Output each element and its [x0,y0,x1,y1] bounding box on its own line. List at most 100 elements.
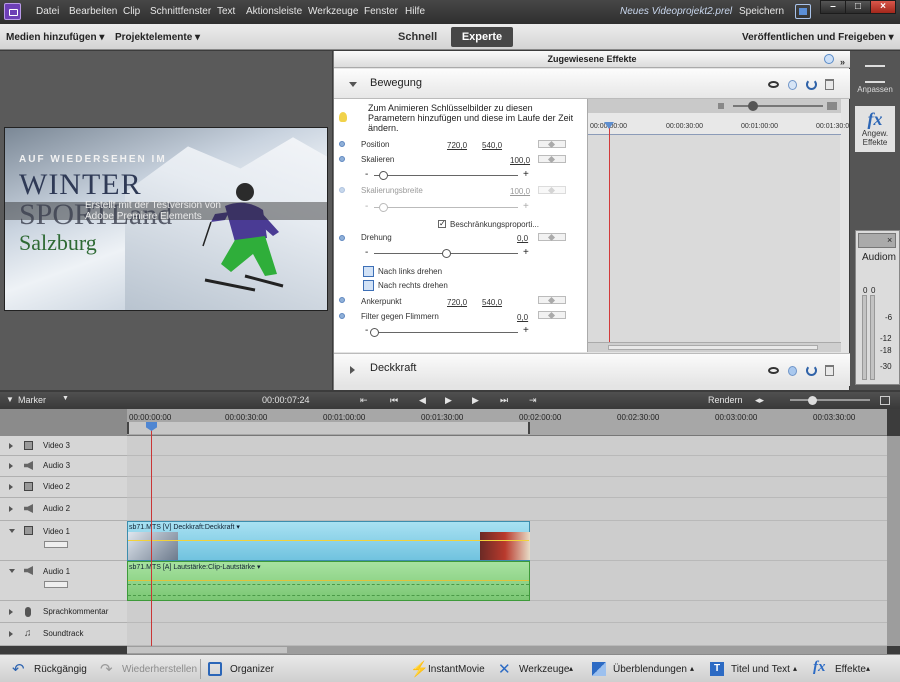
flicker-minus[interactable]: - [365,325,368,336]
transitions-button[interactable]: Überblendungen [613,664,687,675]
track-audio-2[interactable]: Audio 2 [0,498,127,521]
video-preview[interactable]: AUF WIEDERSEHEN IM WINTER SPORTLand Salz… [4,127,328,311]
tools-icon[interactable]: ✕ [498,660,512,678]
keyframe-scrollbar[interactable] [588,342,841,352]
scale-slider[interactable] [374,171,518,180]
flicker-value[interactable]: 0,0 [517,313,528,322]
trash-icon[interactable] [825,79,834,90]
track-audio-1[interactable]: Audio 1 [0,561,127,601]
expand-arrow-icon[interactable] [9,609,13,615]
track-audio-3[interactable]: Audio 3 [0,456,127,477]
render-button[interactable]: Rendern [708,395,743,405]
maximize-window-button[interactable]: □ [845,0,871,14]
marker-menu[interactable]: Marker [18,395,46,405]
keyframe-toggle-icon[interactable] [824,54,834,64]
expand-arrow-icon[interactable] [9,463,13,469]
track-lane-video-3[interactable] [127,436,887,456]
video-clip[interactable]: sb71.MTS [V] Deckkraft:Deckkraft ▾ [127,521,530,561]
trash-icon[interactable] [825,365,834,376]
reset-icon[interactable] [806,365,817,376]
flicker-stopwatch-icon[interactable] [339,313,345,319]
menu-datei[interactable]: Datei [36,6,59,17]
video-clip-label[interactable]: sb71.MTS [V] Deckkraft:Deckkraft ▾ [129,523,240,531]
collapse-arrow-icon[interactable] [9,569,15,573]
go-to-end-icon[interactable]: ⇥ [529,395,537,406]
anchor-x-value[interactable]: 720,0 [447,298,467,307]
rotation-stopwatch-icon[interactable] [339,235,345,241]
close-window-button[interactable]: × [870,0,896,14]
audio-clip-label[interactable]: sb71.MTS [A] Lautstärke:Clip-Lautstärke … [129,563,261,571]
instant-movie-button[interactable]: InstantMovie [428,664,485,675]
tools-button[interactable]: Werkzeuge [519,664,569,675]
tab-expert[interactable]: Experte [451,27,513,47]
rotate-left-button[interactable]: Nach links drehen [378,267,442,276]
organizer-button[interactable]: Organizer [230,664,274,675]
anchor-stopwatch-icon[interactable] [339,297,345,303]
flicker-slider[interactable] [370,328,518,337]
transitions-dropdown-icon[interactable]: ▴ [690,664,694,673]
play-icon[interactable]: ▶ [445,395,452,406]
rotation-value[interactable]: 0,0 [517,234,528,243]
titles-button[interactable]: Titel und Text [731,664,790,675]
menu-clip[interactable]: Clip [123,6,140,17]
expand-arrow-icon[interactable] [9,443,13,449]
volume-rubberband[interactable] [128,580,529,581]
previous-edit-icon[interactable]: ⏮ [390,395,398,406]
reset-icon[interactable] [806,79,817,90]
effects-button[interactable]: Effekte [835,664,866,675]
scale-stopwatch-icon[interactable] [339,156,345,162]
track-lane-video-2[interactable] [127,477,887,498]
track-soundtrack[interactable]: ♫ Soundtrack [0,623,127,646]
transitions-icon[interactable] [592,662,606,676]
step-forward-icon[interactable]: ▶ [472,395,479,406]
project-elements-menu[interactable]: Projektelemente ▾ [115,32,200,43]
fit-timeline-icon[interactable]: ◂▸ [755,395,764,406]
flicker-plus[interactable]: + [523,325,529,336]
fx-icon[interactable]: fx [813,659,827,675]
tools-dropdown-icon[interactable]: ▴ [569,664,573,673]
menu-hilfe[interactable]: Hilfe [405,6,425,17]
track-lane-narration[interactable] [127,601,887,623]
titles-dropdown-icon[interactable]: ▴ [793,664,797,673]
zoom-out-icon[interactable] [718,103,724,109]
stopwatch-icon[interactable] [788,80,797,90]
timeline-zoom-slider[interactable] [790,399,870,401]
rotate-right-icon[interactable] [363,280,374,291]
scale-value[interactable]: 100,0 [510,156,530,165]
expand-arrow-icon[interactable] [350,366,355,374]
timeline-vertical-scrollbar[interactable] [887,436,900,646]
fullscreen-icon[interactable] [795,4,811,19]
undo-icon[interactable]: ↶ [12,660,26,678]
tab-quick[interactable]: Schnell [398,31,437,43]
eye-icon[interactable] [768,81,779,88]
audio-clip[interactable]: sb71.MTS [A] Lautstärke:Clip-Lautstärke … [127,561,530,601]
applied-effects-button[interactable]: fx Angew. Effekte [855,106,895,152]
menu-fenster[interactable]: Fenster [364,6,398,17]
anchor-y-value[interactable]: 540,0 [482,298,502,307]
constrain-checkbox[interactable] [438,219,446,228]
rotation-minus[interactable]: - [365,247,368,258]
collapse-arrow-icon[interactable] [349,82,357,87]
flicker-keyframe-nav[interactable] [538,311,566,319]
keyframe-controls[interactable] [44,581,68,588]
menu-werkzeuge[interactable]: Werkzeuge [308,6,358,17]
eye-icon[interactable] [768,367,779,374]
rotate-right-button[interactable]: Nach rechts drehen [378,281,448,290]
effects-dropdown-icon[interactable]: ▴ [866,664,870,673]
menu-aktionsleiste[interactable]: Aktionsleiste [246,6,302,17]
work-area-bar[interactable] [127,422,530,434]
expand-arrow-icon[interactable] [9,484,13,490]
next-edit-icon[interactable]: ⏭ [500,395,508,406]
stopwatch-icon[interactable] [788,366,797,376]
track-video-2[interactable]: Video 2 [0,477,127,498]
marker-icon[interactable]: ▼ [6,395,14,404]
go-to-start-icon[interactable]: ⇤ [360,395,368,406]
collapse-arrow-icon[interactable] [9,529,15,533]
flicker-slider-thumb[interactable] [370,328,379,337]
save-button[interactable]: Speichern [739,6,784,17]
rotation-slider[interactable] [374,249,518,258]
track-lane-audio-2[interactable] [127,498,887,521]
opacity-rubberband[interactable] [128,540,529,541]
timecode-display[interactable]: 00:00:07:24 [262,395,310,405]
menu-bearbeiten[interactable]: Bearbeiten [69,6,117,17]
